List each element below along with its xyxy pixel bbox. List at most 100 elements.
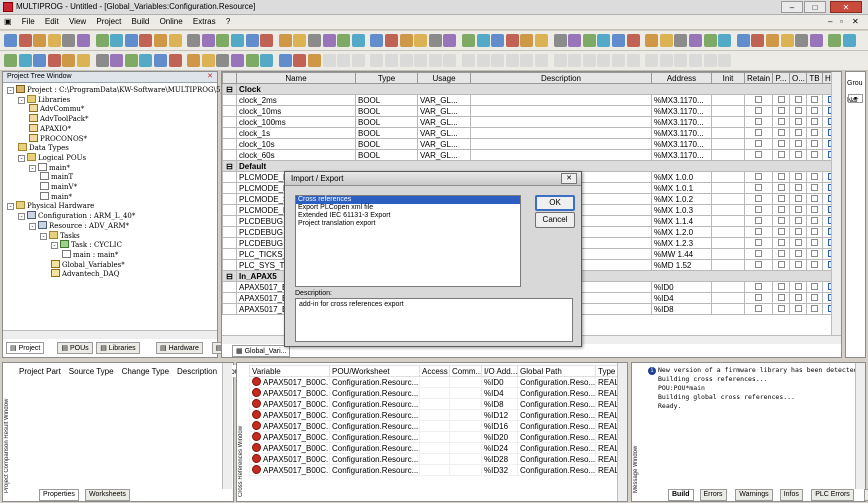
toolbar-button[interactable] (462, 54, 475, 67)
cell-comment[interactable] (449, 442, 482, 454)
column-header[interactable]: Description (470, 72, 652, 84)
checkbox[interactable] (777, 172, 785, 180)
flag-cell[interactable] (789, 149, 807, 161)
cell-access[interactable] (419, 387, 450, 399)
menu-project[interactable]: Project (92, 15, 125, 28)
flag-cell[interactable] (772, 237, 790, 249)
tree-horizontal-scrollbar[interactable] (3, 330, 217, 339)
flag-cell[interactable] (806, 105, 823, 117)
toolbar-button[interactable] (47, 34, 61, 47)
checkbox[interactable] (794, 139, 802, 147)
flag-cell[interactable] (789, 138, 807, 150)
menu-help[interactable]: ? (222, 15, 234, 28)
cell-global-path[interactable]: Configuration.Reso... (517, 453, 596, 465)
cell-comment[interactable] (449, 464, 482, 476)
xref-row[interactable]: APAX5017_B00C... Configuration.Resourc...… (249, 431, 622, 443)
cell-addr[interactable]: %ID4 (651, 292, 712, 304)
toolbar-button[interactable] (245, 54, 259, 67)
checkbox[interactable] (777, 238, 785, 246)
grid-section-row[interactable]: ⊟ Default (222, 160, 841, 172)
checkbox[interactable] (755, 260, 762, 268)
tree-node[interactable]: Data Types (18, 143, 69, 152)
flag-cell[interactable] (744, 226, 773, 238)
flag-cell[interactable] (789, 292, 807, 304)
xref-row[interactable]: APAX5017_B00C... Configuration.Resourc...… (249, 398, 622, 410)
flag-cell[interactable] (744, 204, 773, 216)
cell-init[interactable] (711, 215, 745, 227)
flag-cell[interactable] (789, 116, 807, 128)
toolbar-button[interactable] (414, 34, 428, 47)
toolbar-button[interactable] (18, 54, 32, 67)
mdi-minimize-button[interactable]: – (828, 17, 832, 26)
toolbar-button[interactable] (399, 54, 413, 67)
cell-global-path[interactable]: Configuration.Reso... (517, 442, 596, 454)
toolbar-button[interactable] (703, 34, 717, 47)
expand-toggle-icon[interactable]: - (29, 164, 36, 172)
cell-global-path[interactable]: Configuration.Reso... (517, 431, 596, 443)
flag-cell[interactable] (772, 149, 790, 161)
checkbox[interactable] (755, 95, 762, 103)
column-header[interactable] (222, 72, 237, 84)
flag-cell[interactable] (744, 94, 773, 106)
toolbar-button[interactable] (370, 54, 384, 67)
toolbar-button[interactable] (124, 34, 138, 47)
toolbar-button[interactable] (351, 34, 365, 47)
toolbar-button[interactable] (322, 34, 336, 47)
tree-node[interactable]: PROCONOS* (29, 133, 87, 143)
toolbar-button[interactable] (645, 54, 659, 67)
cell-init[interactable] (711, 259, 745, 271)
checkbox[interactable] (777, 260, 785, 268)
section-toggle-icon[interactable]: ⊟ (222, 270, 237, 282)
checkbox[interactable] (811, 128, 818, 136)
flag-cell[interactable] (744, 149, 773, 161)
export-option[interactable]: Project translation export (296, 220, 520, 228)
flag-cell[interactable] (772, 215, 790, 227)
toolbar-button[interactable] (308, 34, 321, 47)
tab-pous[interactable]: ▤ POUs (57, 342, 93, 354)
toolbar-button[interactable] (139, 54, 153, 67)
cell-type[interactable]: BOOL (355, 149, 418, 161)
flag-cell[interactable] (744, 292, 773, 304)
checkbox[interactable] (811, 194, 818, 202)
cell-addr[interactable]: %MX3.1170... (651, 149, 712, 161)
cell-variable[interactable]: APAX5017_B00C... (249, 398, 330, 410)
flag-cell[interactable] (772, 171, 790, 183)
flag-cell[interactable] (744, 281, 773, 293)
cell-addr[interactable]: %MX 1.0.2 (651, 193, 712, 205)
cell-name[interactable]: clock_10s (236, 138, 356, 150)
section-toggle-icon[interactable]: ⊟ (222, 160, 237, 172)
checkbox[interactable] (755, 304, 762, 312)
cell-io-address[interactable]: %ID0 (481, 376, 518, 388)
flag-cell[interactable] (806, 226, 823, 238)
cell-addr[interactable]: %MX3.1170... (651, 116, 712, 128)
checkbox[interactable] (794, 95, 802, 103)
expand-toggle-icon[interactable]: - (18, 213, 25, 221)
cell-global-path[interactable]: Configuration.Reso... (517, 420, 596, 432)
cell-comment[interactable] (449, 398, 482, 410)
column-header[interactable]: Init (711, 72, 745, 84)
cell-desc[interactable] (470, 105, 652, 117)
toolbar-button[interactable] (337, 54, 351, 67)
toolbar-button[interactable] (568, 34, 582, 47)
cell-addr[interactable]: %MD 1.52 (651, 259, 712, 271)
cell-io-address[interactable]: %ID12 (481, 409, 518, 421)
column-header[interactable]: TB (806, 72, 823, 84)
flag-cell[interactable] (806, 237, 823, 249)
flag-cell[interactable] (772, 292, 790, 304)
checkbox[interactable] (794, 304, 802, 312)
checkbox[interactable] (811, 227, 818, 235)
flag-cell[interactable] (789, 127, 807, 139)
mdi-restore-button[interactable]: ▫ (840, 17, 843, 26)
cell-comment[interactable] (449, 376, 482, 388)
cell-global-path[interactable]: Configuration.Reso... (517, 398, 596, 410)
tree-node[interactable]: mainV* (40, 182, 77, 191)
flag-cell[interactable] (772, 182, 790, 194)
cell-addr[interactable]: %MX 1.0.0 (651, 171, 712, 183)
export-option[interactable]: Export PLCopen xml file (296, 204, 520, 212)
flag-cell[interactable] (806, 94, 823, 106)
cell-variable[interactable]: APAX5017_B00C... (249, 431, 330, 443)
tree-node[interactable]: - Project : C:\ProgramData\KW-Software\MU… (7, 85, 252, 94)
cell-access[interactable] (419, 464, 450, 476)
xref-row[interactable]: APAX5017_B00C... Configuration.Resourc...… (249, 442, 622, 454)
cell-name[interactable]: clock_2ms (236, 94, 356, 106)
